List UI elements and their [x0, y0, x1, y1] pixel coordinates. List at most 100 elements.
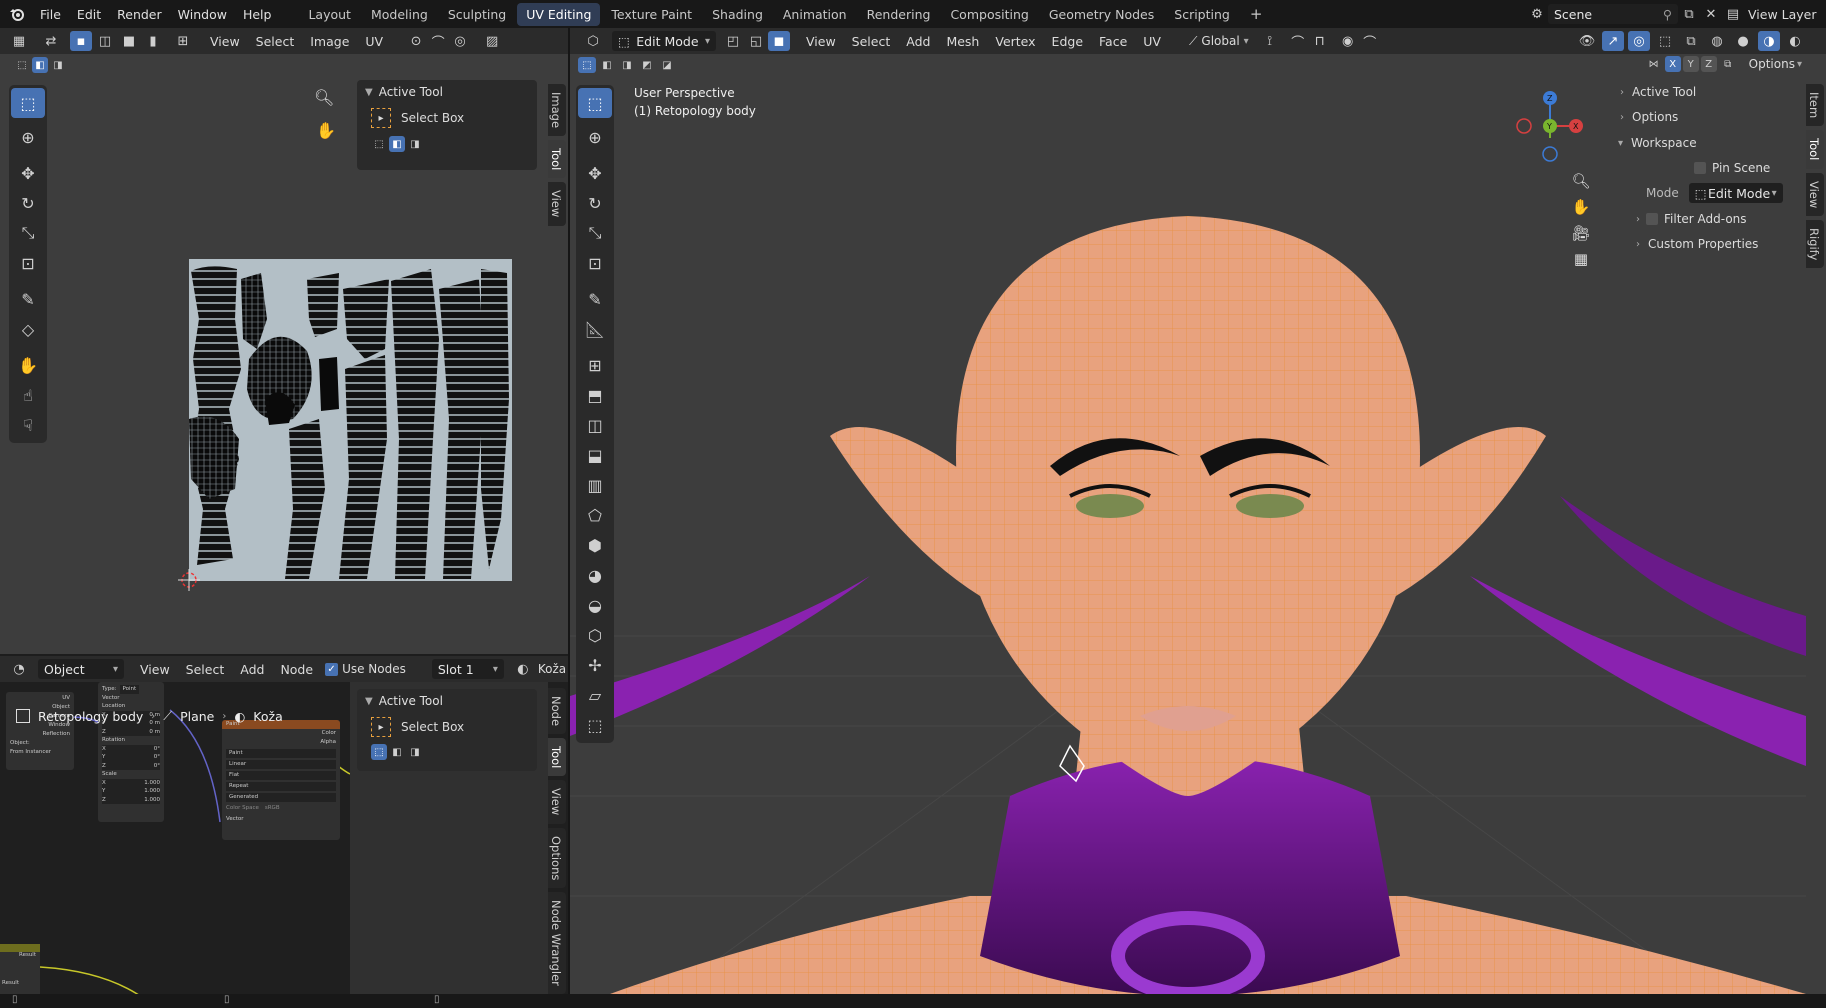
vp-cursor-tool-icon[interactable]: ⊕ [578, 122, 612, 152]
mesh-overlay-icon[interactable]: ⬚ [1654, 31, 1676, 51]
vp-move-tool-icon[interactable]: ✥ [578, 158, 612, 188]
vp-select-invert-icon[interactable]: ◩ [638, 57, 656, 73]
view-layer-name[interactable]: View Layer [1748, 7, 1817, 22]
vp-rotate-tool-icon[interactable]: ↻ [578, 188, 612, 218]
menu-edit[interactable]: Edit [69, 7, 109, 22]
workspace-mode-dropdown[interactable]: ⬚ Edit Mode ▾ [1688, 183, 1783, 203]
topology-mirror-icon[interactable]: ⧉ [1719, 56, 1737, 72]
vp-tab-item[interactable]: Item [1806, 84, 1824, 127]
spin-tool-icon[interactable]: ◕ [578, 560, 612, 590]
rip-tool-icon[interactable]: ◇ [11, 314, 45, 344]
menu-window[interactable]: Window [170, 7, 235, 22]
island-select-icon[interactable]: ▮ [142, 31, 164, 51]
vp-select-subtract-icon[interactable]: ◨ [618, 57, 636, 73]
extrude-tool-icon[interactable]: ⬒ [578, 380, 612, 410]
scale-y[interactable]: 1.000 [144, 787, 160, 796]
filter-addons-checkbox[interactable] [1646, 213, 1658, 225]
inset-tool-icon[interactable]: ◫ [578, 410, 612, 440]
rotate-tool-icon[interactable]: ↻ [11, 188, 45, 218]
mirror-z[interactable]: Z [1700, 56, 1717, 72]
view-layer-icon[interactable]: ▤ [1722, 4, 1744, 24]
tab-texture-paint[interactable]: Texture Paint [602, 3, 701, 26]
mirror-icon[interactable]: ⋈ [1645, 56, 1663, 72]
camera-view-icon[interactable]: 🎥︎ [1571, 224, 1590, 242]
vp-select-box-tool-icon[interactable]: ⬚ [578, 88, 612, 118]
solid-shading-icon[interactable]: ● [1732, 31, 1754, 51]
vp-pan-icon[interactable]: ✋ [1572, 198, 1591, 216]
uv-menu-view[interactable]: View [202, 34, 248, 49]
knife-tool-icon[interactable]: ⬠ [578, 500, 612, 530]
visibility-icon[interactable]: 👁︎ [1576, 31, 1598, 51]
menu-help[interactable]: Help [235, 7, 280, 22]
node-tab-options[interactable]: Options [548, 827, 566, 889]
blender-logo-icon[interactable] [6, 4, 28, 24]
select-new-icon[interactable]: ⬚ [14, 57, 30, 73]
vp-tab-view[interactable]: View [1806, 172, 1824, 216]
material-name[interactable]: Koža [538, 662, 566, 676]
smooth-tool-icon[interactable]: ◒ [578, 590, 612, 620]
edge-select-icon[interactable]: ◫ [94, 31, 116, 51]
gizmo-toggle-icon[interactable]: ↗ [1602, 31, 1624, 51]
pan-hand-icon[interactable]: ✋ [316, 121, 336, 140]
delete-scene-icon[interactable]: ✕ [1700, 4, 1722, 24]
pin-scene-toggle[interactable]: Pin Scene [1614, 156, 1786, 180]
custom-properties-row[interactable]: › Custom Properties [1614, 232, 1786, 256]
tab-layout[interactable]: Layout [299, 3, 360, 26]
tab-uv-editing[interactable]: UV Editing [517, 2, 601, 26]
poly-build-tool-icon[interactable]: ⬢ [578, 530, 612, 560]
node-tab-node-wrangler[interactable]: Node Wrangler [548, 892, 566, 994]
cursor-tool-icon[interactable]: ⊕ [11, 122, 45, 152]
mode-new-icon[interactable]: ⬚ [371, 136, 387, 152]
menu-file[interactable]: File [32, 7, 69, 22]
viewport-editor-type-icon[interactable]: ⬡ [582, 31, 604, 51]
scale-tool-icon[interactable]: ⤡ [11, 218, 45, 248]
node-tab-node[interactable]: Node [548, 688, 566, 735]
bevel-tool-icon[interactable]: ⬓ [578, 440, 612, 470]
image-browse-icon[interactable]: ▨ [481, 31, 503, 51]
output-node-partial[interactable]: Result Result [0, 944, 40, 994]
pivot-point-icon[interactable]: ⟟ [1259, 31, 1281, 51]
navigation-gizmo[interactable]: Z X Y [1510, 86, 1590, 166]
use-nodes-checkbox[interactable]: ✓ [325, 662, 339, 676]
node-menu-select[interactable]: Select [178, 662, 233, 677]
uv-tab-image[interactable]: Image [548, 84, 566, 137]
use-nodes-toggle[interactable]: ✓ Use Nodes [325, 662, 406, 676]
orientation-dropdown[interactable]: ⟋ Global ▾ [1189, 34, 1249, 49]
vp-menu-add[interactable]: Add [898, 34, 938, 49]
snap-icon[interactable]: ⌒ [427, 31, 449, 51]
relax-tool-icon[interactable]: ☝ [11, 380, 45, 410]
wireframe-shading-icon[interactable]: ◍ [1706, 31, 1728, 51]
node-active-tool-item[interactable]: ▸ Select Box [357, 713, 537, 741]
ortho-toggle-icon[interactable]: ▦ [1574, 250, 1588, 268]
shear-tool-icon[interactable]: ▱ [578, 680, 612, 710]
loop-cut-tool-icon[interactable]: ▥ [578, 470, 612, 500]
2d-cursor-icon[interactable] [178, 569, 200, 591]
move-tool-icon[interactable]: ✥ [11, 158, 45, 188]
object-type-dropdown[interactable]: Object ▾ [38, 659, 124, 679]
mode-subtract-icon[interactable]: ◨ [407, 136, 423, 152]
image-name-field[interactable]: Paint [226, 749, 336, 758]
vertex-select-icon[interactable]: ▪ [70, 31, 92, 51]
tab-modeling[interactable]: Modeling [362, 3, 437, 26]
vp-menu-face[interactable]: Face [1091, 34, 1135, 49]
pinch-tool-icon[interactable]: ☟ [11, 410, 45, 440]
vp-tab-rigify[interactable]: Rigify [1806, 219, 1824, 269]
select-subtract-icon[interactable]: ◨ [50, 57, 66, 73]
image-texture-node[interactable]: Paint Color Alpha Paint Linear Flat Repe… [222, 720, 340, 840]
node-mode-subtract-icon[interactable]: ◨ [407, 744, 423, 760]
proportional-edit-icon[interactable]: ◎ [449, 31, 471, 51]
scene-icon[interactable]: ⚙ [1526, 4, 1548, 24]
tab-rendering[interactable]: Rendering [858, 3, 940, 26]
edge-slide-tool-icon[interactable]: ⬡ [578, 620, 612, 650]
tab-geometry-nodes[interactable]: Geometry Nodes [1040, 3, 1163, 26]
vp-select-extend-icon[interactable]: ◧ [598, 57, 616, 73]
mapping-node[interactable]: Type: Point Vector Location X0 m Y0 m Z0 … [98, 682, 164, 822]
vp-menu-uv[interactable]: UV [1135, 34, 1169, 49]
tab-sculpting[interactable]: Sculpting [439, 3, 515, 26]
uv-menu-uv[interactable]: UV [357, 34, 391, 49]
scale-z[interactable]: 1.000 [144, 796, 160, 805]
rot-y[interactable]: 0° [154, 753, 160, 762]
uv-menu-select[interactable]: Select [248, 34, 303, 49]
overlay-toggle-icon[interactable]: ◎ [1628, 31, 1650, 51]
node-editor-type-icon[interactable]: ◔ [8, 659, 30, 679]
